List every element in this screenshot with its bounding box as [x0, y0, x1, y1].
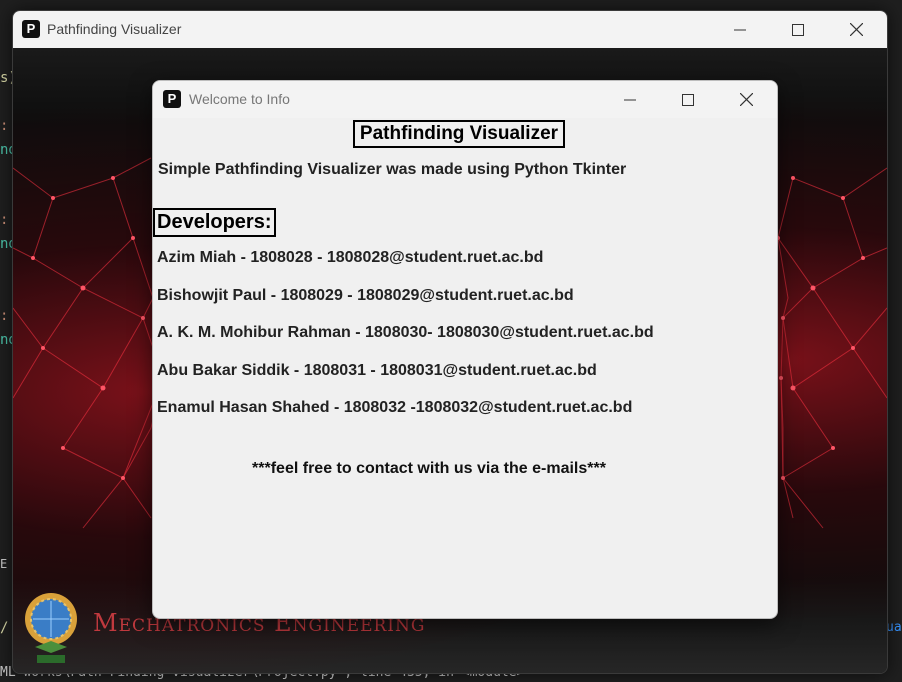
code-fragment: E	[0, 557, 8, 571]
info-dialog: P Welcome to Info Pathfinding Visualizer…	[152, 80, 778, 619]
code-fragment: :	[0, 118, 9, 134]
dialog-title: Welcome to Info	[189, 91, 290, 107]
maximize-icon	[682, 93, 694, 106]
minimize-icon	[734, 29, 746, 30]
university-logo	[23, 591, 79, 672]
close-button[interactable]	[723, 81, 769, 118]
app-icon: P	[22, 20, 40, 38]
app-description: Simple Pathfinding Visualizer was made u…	[158, 161, 627, 178]
minimize-icon	[624, 99, 636, 100]
close-button[interactable]	[833, 11, 879, 48]
close-icon	[739, 93, 753, 106]
app-icon: P	[163, 90, 181, 108]
developer-entry: A. K. M. Mohibur Rahman - 1808030- 18080…	[157, 324, 654, 341]
info-titlebar[interactable]: P Welcome to Info	[153, 81, 777, 118]
developers-heading: Developers:	[153, 208, 276, 237]
developer-entry: Enamul Hasan Shahed - 1808032 -1808032@s…	[157, 399, 633, 416]
developer-entry: Abu Bakar Siddik - 1808031 - 1808031@stu…	[157, 362, 597, 379]
developer-entry: Azim Miah - 1808028 - 1808028@student.ru…	[157, 249, 544, 266]
code-fragment: :	[0, 212, 9, 228]
maximize-button[interactable]	[775, 11, 821, 48]
developer-entry: Bishowjit Paul - 1808029 - 1808029@stude…	[157, 287, 574, 304]
code-fragment: :	[0, 308, 9, 324]
close-icon	[849, 23, 863, 36]
app-heading: Pathfinding Visualizer	[353, 120, 565, 148]
code-fragment: ua.	[886, 620, 902, 635]
contact-note: ***feel free to contact with us via the …	[252, 460, 606, 477]
minimize-button[interactable]	[717, 11, 763, 48]
maximize-icon	[792, 23, 804, 36]
minimize-button[interactable]	[607, 81, 653, 118]
main-titlebar[interactable]: P Pathfinding Visualizer	[13, 11, 887, 48]
code-fragment: /	[0, 620, 9, 636]
maximize-button[interactable]	[665, 81, 711, 118]
window-title: Pathfinding Visualizer	[47, 21, 182, 37]
